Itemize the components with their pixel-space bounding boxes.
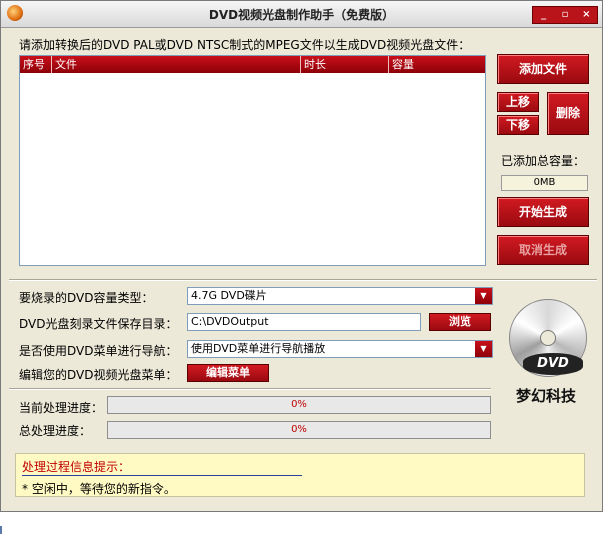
column-index[interactable]: 序号 [20, 56, 52, 73]
dvd-type-select[interactable]: 4.7G DVD碟片 ▼ [187, 287, 493, 305]
close-icon[interactable]: × [577, 8, 595, 22]
add-file-button[interactable]: 添加文件 [497, 54, 589, 84]
separator [9, 388, 491, 390]
file-list-header: 序号 文件 时长 容量 [20, 56, 485, 73]
dvd-type-value: 4.7G DVD碟片 [191, 289, 267, 302]
separator [9, 279, 597, 281]
menu-nav-label: 是否使用DVD菜单进行导航： [19, 344, 178, 358]
column-duration[interactable]: 时长 [301, 56, 389, 73]
current-progress-bar: 0% [107, 396, 491, 414]
title-bar[interactable]: DVD视频光盘制作助手（免费版） _ ▫ × [1, 1, 602, 28]
save-dir-input[interactable]: C:\DVDOutput [187, 313, 421, 331]
column-file[interactable]: 文件 [52, 56, 301, 73]
restore-icon[interactable]: ▫ [556, 8, 574, 22]
info-panel: 处理过程信息提示： * 空闲中，等待您的新指令。 [15, 453, 585, 497]
minimize-icon[interactable]: _ [535, 8, 553, 22]
instructions-label: 请添加转换后的DVD PAL或DVD NTSC制式的MPEG文件以生成DVD视频… [19, 38, 471, 52]
taskbar-edge-icon [0, 526, 8, 534]
window-title: DVD视频光盘制作助手（免费版） [208, 8, 395, 22]
chevron-down-icon[interactable]: ▼ [475, 288, 492, 304]
menu-nav-select[interactable]: 使用DVD菜单进行导航播放 ▼ [187, 340, 493, 358]
info-underline [22, 475, 302, 476]
edit-menu-label: 编辑您的DVD视频光盘菜单： [19, 368, 178, 382]
current-progress-text: 0% [291, 399, 307, 410]
current-progress-label: 当前处理进度： [19, 401, 104, 415]
window-controls: _ ▫ × [532, 6, 598, 24]
edit-menu-button[interactable]: 编辑菜单 [187, 364, 269, 382]
menu-nav-value: 使用DVD菜单进行导航播放 [191, 342, 326, 355]
total-progress-bar: 0% [107, 421, 491, 439]
delete-button[interactable]: 删除 [547, 92, 589, 135]
save-dir-label: DVD光盘刻录文件保存目录： [19, 317, 178, 331]
capacity-label: 已添加总容量： [501, 154, 586, 168]
cancel-button[interactable]: 取消生成 [497, 235, 589, 265]
brand-logo: DVD 梦幻科技 [497, 297, 595, 411]
total-progress-label: 总处理进度： [19, 424, 92, 438]
dvd-type-label: 要烧录的DVD容量类型： [19, 291, 154, 305]
move-down-button[interactable]: 下移 [497, 115, 539, 135]
info-title: 处理过程信息提示： [22, 460, 131, 474]
column-size[interactable]: 容量 [389, 56, 485, 73]
chevron-down-icon[interactable]: ▼ [475, 341, 492, 357]
company-name: 梦幻科技 [515, 387, 576, 405]
start-button[interactable]: 开始生成 [497, 197, 589, 227]
main-window: DVD视频光盘制作助手（免费版） _ ▫ × 请添加转换后的DVD PAL或DV… [0, 0, 603, 512]
capacity-value: 0MB [501, 175, 588, 191]
total-progress-text: 0% [291, 424, 307, 435]
move-up-button[interactable]: 上移 [497, 92, 539, 112]
file-list[interactable]: 序号 文件 时长 容量 [19, 55, 486, 266]
browse-button[interactable]: 浏览 [429, 313, 491, 331]
dvd-logo-mark: DVD [523, 353, 583, 375]
info-message: * 空闲中，等待您的新指令。 [22, 482, 176, 496]
